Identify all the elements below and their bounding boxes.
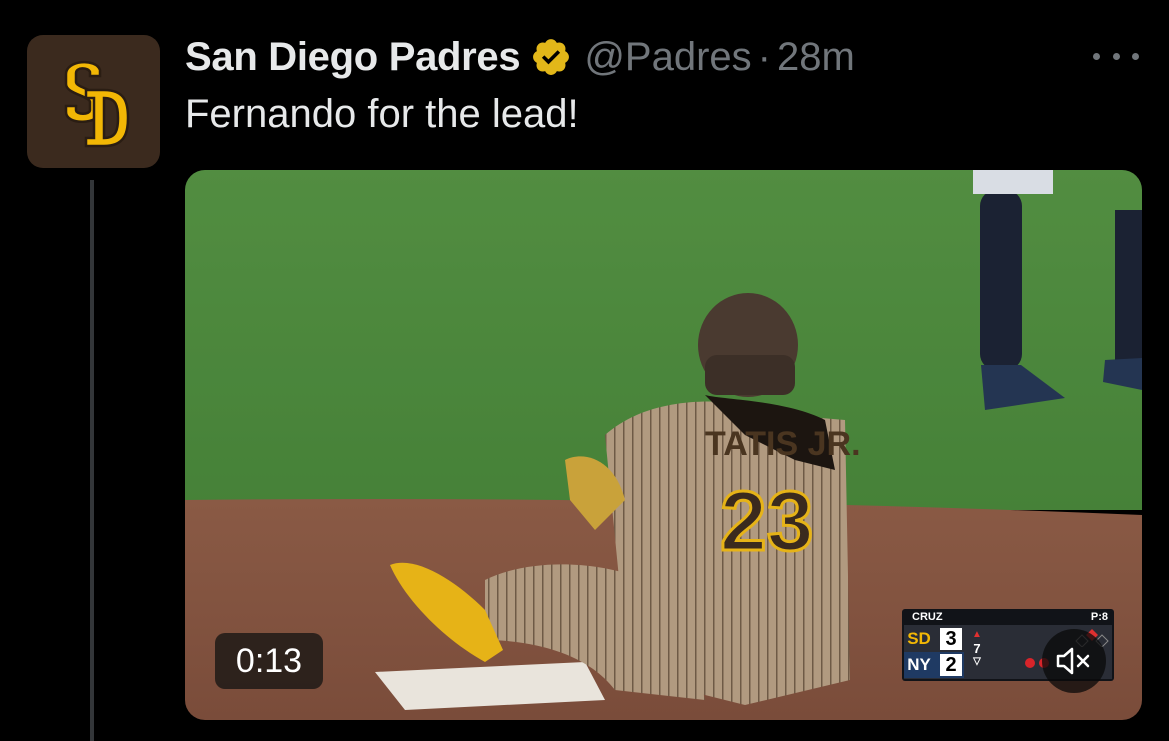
- tweet-timestamp[interactable]: 28m: [777, 35, 855, 80]
- author-avatar[interactable]: [27, 35, 160, 168]
- scorebug-batter: CRUZ: [912, 611, 943, 623]
- verified-badge-icon[interactable]: [530, 36, 572, 78]
- jersey-number: 23: [720, 474, 813, 568]
- inning-top-arrow-icon: ▲: [972, 629, 982, 640]
- padres-logo-icon: [64, 60, 129, 147]
- video-player[interactable]: TATIS JR. 23 0:13 CRUZ P:8 SD 3 NY 2 ▲ 7…: [185, 170, 1142, 720]
- tweet-header: San Diego Padres @Padres · 28m: [185, 32, 855, 82]
- jersey-name: TATIS JR.: [705, 425, 861, 463]
- thread-line: [90, 180, 94, 741]
- home-team-logo: NY: [907, 655, 931, 674]
- video-duration: 0:13: [215, 633, 323, 689]
- away-team-logo: SD: [907, 629, 931, 648]
- author-display-name[interactable]: San Diego Padres: [185, 35, 521, 80]
- scorebug-pitch-count: P:8: [1090, 611, 1108, 623]
- away-score: 3: [940, 628, 962, 650]
- inning-number: 7: [973, 641, 981, 656]
- home-team-row: NY 2: [904, 652, 964, 678]
- away-team-row: SD 3: [904, 626, 964, 652]
- tweet[interactable]: San Diego Padres @Padres · 28m Fernando …: [0, 0, 1169, 741]
- volume-muted-icon: [1056, 647, 1090, 675]
- more-options-icon[interactable]: [1093, 42, 1139, 70]
- separator-dot: ·: [757, 34, 771, 79]
- inning-indicator: ▲ 7 ▽: [968, 629, 986, 677]
- author-handle[interactable]: @Padres: [584, 35, 751, 80]
- home-score: 2: [940, 654, 962, 676]
- tweet-text: Fernando for the lead!: [185, 92, 579, 136]
- mute-toggle-button[interactable]: [1042, 629, 1106, 693]
- inning-bottom-arrow-icon: ▽: [973, 656, 981, 667]
